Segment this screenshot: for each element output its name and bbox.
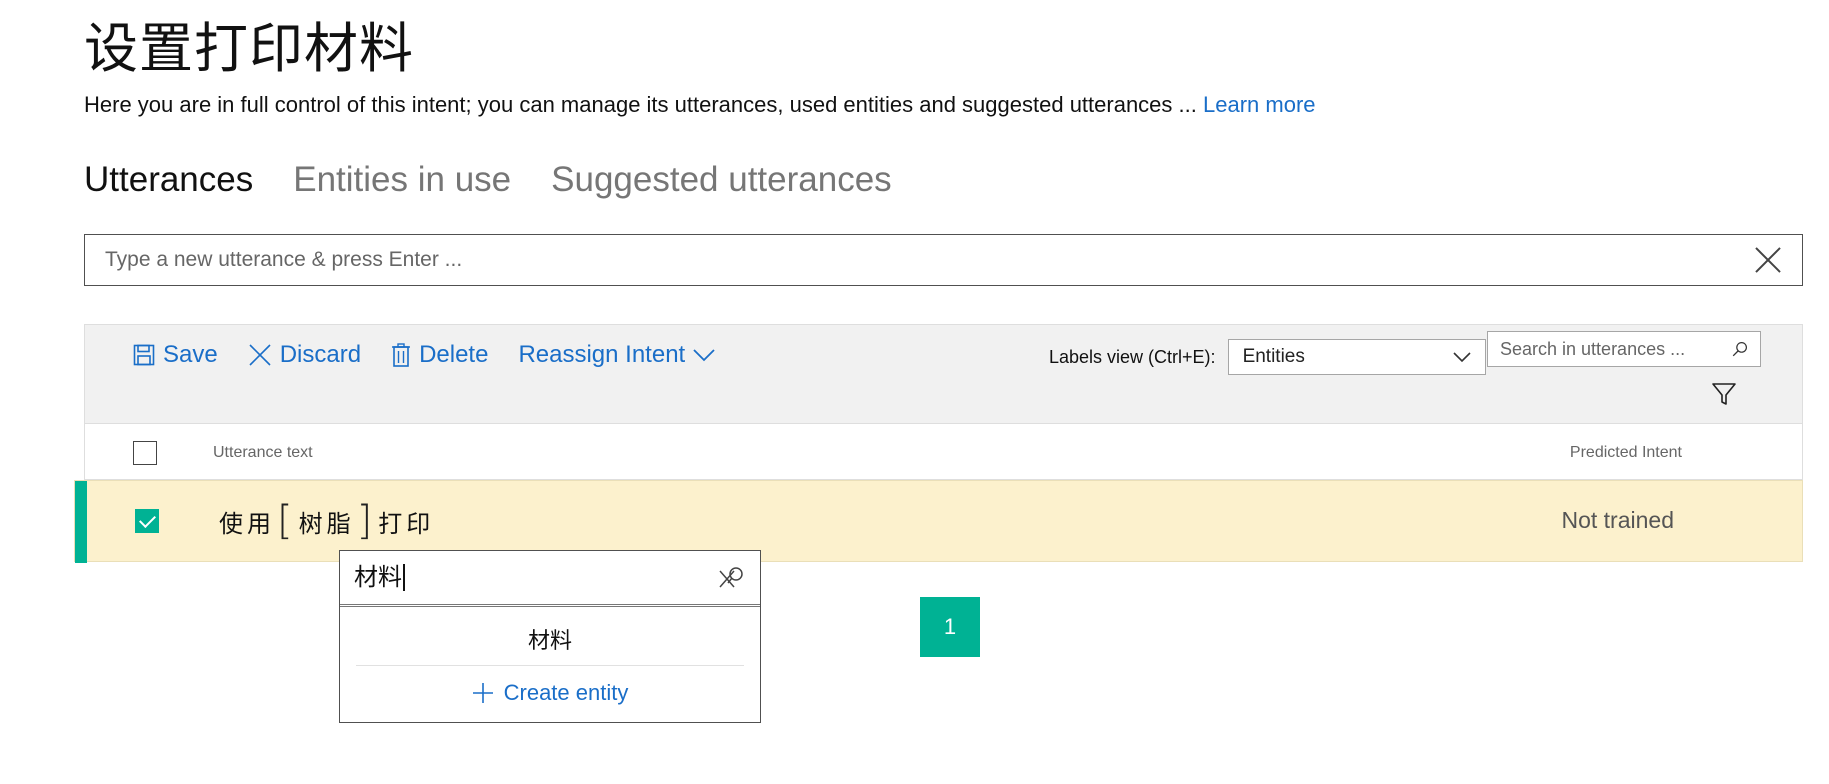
search-icon[interactable] [1732, 339, 1748, 359]
row-checkbox[interactable] [135, 509, 159, 533]
entity-bracket-open: [ [277, 498, 297, 544]
labels-view-select[interactable]: Entities [1227, 339, 1486, 375]
delete-label: Delete [419, 341, 489, 368]
tab-suggested-utterances[interactable]: Suggested utterances [551, 160, 892, 200]
trash-icon [392, 343, 411, 367]
discard-icon [249, 344, 271, 366]
clear-search-icon[interactable] [718, 565, 746, 591]
labels-view-label: Labels view (Ctrl+E): [1049, 346, 1216, 367]
labeled-entity-span[interactable]: 树脂 [299, 504, 355, 539]
search-input[interactable] [1500, 338, 1732, 360]
save-icon [133, 344, 155, 366]
reassign-intent-button[interactable]: Reassign Intent [518, 341, 715, 369]
tab-utterances[interactable]: Utterances [84, 160, 253, 200]
utterance-suffix: 打印 [378, 509, 435, 538]
column-header-predicted-intent: Predicted Intent [1569, 444, 1682, 461]
labels-view-value: Entities [1242, 346, 1305, 367]
create-entity-label: Create entity [503, 680, 629, 705]
page-title: 设置打印材料 [84, 17, 414, 80]
chevron-down-icon [1452, 352, 1471, 363]
discard-label: Discard [279, 341, 362, 368]
utterance-toolbar: Save Discard Delete Reassign Intent Labe… [84, 324, 1803, 424]
pagination-page-1[interactable]: 1 [920, 597, 980, 657]
select-all-checkbox[interactable] [133, 441, 157, 465]
labels-view-control: Labels view (Ctrl+E): Entities [1049, 339, 1486, 375]
utterance-text[interactable]: 使用 [ 树脂 ] 打印 [219, 501, 434, 541]
entity-search-field[interactable]: 材料 [340, 551, 760, 607]
utterance-search-box [1487, 331, 1761, 367]
chevron-down-icon [693, 349, 715, 362]
reassign-intent-label: Reassign Intent [518, 341, 686, 368]
delete-button[interactable]: Delete [391, 341, 488, 369]
entity-search-value[interactable]: 材料 [354, 564, 405, 591]
entity-bracket-close: ] [356, 498, 377, 544]
description-text: Here you are in full control of this int… [84, 92, 1197, 117]
predicted-intent: Not trained [1561, 507, 1674, 533]
table-row[interactable]: 使用 [ 树脂 ] 打印 Not trained [74, 480, 1803, 563]
entity-picker-popup: 材料 材料 Create entity [339, 550, 761, 723]
tab-bar: Utterances Entities in use Suggested utt… [84, 160, 892, 200]
tab-entities-in-use[interactable]: Entities in use [293, 160, 511, 200]
filter-icon[interactable] [1711, 381, 1737, 407]
table-header: Utterance text Predicted Intent [84, 424, 1803, 480]
entity-option[interactable]: 材料 [356, 623, 744, 666]
plus-icon [472, 683, 493, 703]
column-header-utterance: Utterance text [213, 444, 313, 461]
create-entity-button[interactable]: Create entity [340, 680, 760, 706]
utterance-input-box [84, 234, 1803, 286]
utterance-input[interactable] [105, 248, 1754, 272]
close-icon[interactable] [1754, 246, 1782, 274]
learn-more-link[interactable]: Learn more [1203, 92, 1316, 117]
discard-button[interactable]: Discard [248, 341, 361, 369]
save-label: Save [163, 341, 218, 368]
page-description: Here you are in full control of this int… [84, 92, 1316, 118]
utterance-prefix: 使用 [219, 509, 275, 538]
save-button[interactable]: Save [133, 341, 218, 369]
toolbar-actions: Save Discard Delete Reassign Intent [133, 341, 715, 369]
row-selected-indicator [75, 481, 87, 563]
